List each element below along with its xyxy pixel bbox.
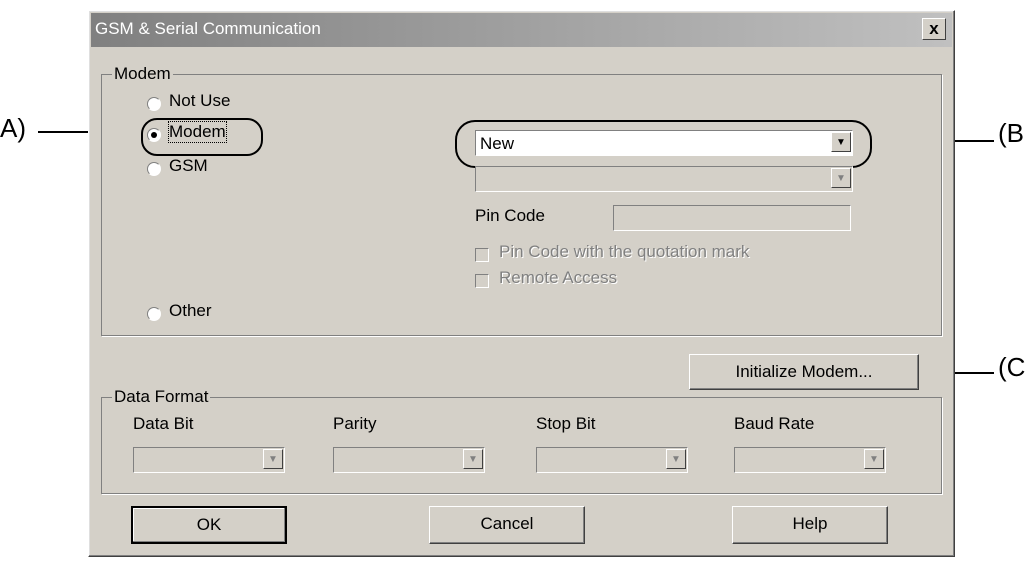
pin-code-field[interactable] xyxy=(613,205,851,231)
radio-not-use-label: Not Use xyxy=(169,91,231,110)
stop-bit-select[interactable]: ▼ xyxy=(536,447,688,473)
initialize-modem-button[interactable]: Initialize Modem... xyxy=(689,354,919,390)
data-format-group: Data Format xyxy=(101,387,942,494)
title-bar[interactable]: GSM & Serial Communication x xyxy=(91,13,952,47)
chevron-down-icon[interactable]: ▼ xyxy=(864,449,884,469)
window-title: GSM & Serial Communication xyxy=(95,19,321,38)
help-button[interactable]: Help xyxy=(732,506,888,544)
parity-select[interactable]: ▼ xyxy=(333,447,485,473)
chevron-down-icon[interactable]: ▼ xyxy=(666,449,686,469)
radio-other-label: Other xyxy=(169,301,212,320)
radio-other[interactable] xyxy=(147,307,161,321)
data-format-group-title: Data Format xyxy=(112,387,211,407)
stop-bit-label: Stop Bit xyxy=(536,414,596,433)
callout-a xyxy=(141,118,263,156)
pin-quotation-checkbox[interactable] xyxy=(475,248,489,262)
pin-code-label: Pin Code xyxy=(475,206,545,225)
callout-b xyxy=(455,120,872,168)
data-bit-select[interactable]: ▼ xyxy=(133,447,285,473)
baud-rate-label: Baud Rate xyxy=(734,414,815,433)
chevron-down-icon[interactable]: ▼ xyxy=(463,449,483,469)
annotation-c: (C xyxy=(998,352,1026,382)
chevron-down-icon[interactable]: ▼ xyxy=(831,168,851,188)
ok-button[interactable]: OK xyxy=(131,506,287,544)
radio-gsm-label: GSM xyxy=(169,156,208,175)
second-select[interactable]: ▼ xyxy=(475,166,853,192)
remote-access-checkbox[interactable] xyxy=(475,274,489,288)
modem-group-title: Modem xyxy=(112,64,173,84)
close-button[interactable]: x xyxy=(922,18,946,40)
remote-access-label: Remote Access xyxy=(499,268,618,287)
gsm-serial-dialog: GSM & Serial Communication x Modem Not U… xyxy=(88,10,955,557)
radio-gsm[interactable] xyxy=(147,162,161,176)
annotation-a: A) xyxy=(0,113,26,143)
chevron-down-icon[interactable]: ▼ xyxy=(263,449,283,469)
parity-label: Parity xyxy=(333,414,377,433)
pin-quotation-label: Pin Code with the quotation mark xyxy=(499,242,750,261)
annotation-b: (B xyxy=(998,118,1024,148)
radio-not-use[interactable] xyxy=(147,97,161,111)
cancel-button[interactable]: Cancel xyxy=(429,506,585,544)
data-bit-label: Data Bit xyxy=(133,414,194,433)
baud-rate-select[interactable]: ▼ xyxy=(734,447,886,473)
